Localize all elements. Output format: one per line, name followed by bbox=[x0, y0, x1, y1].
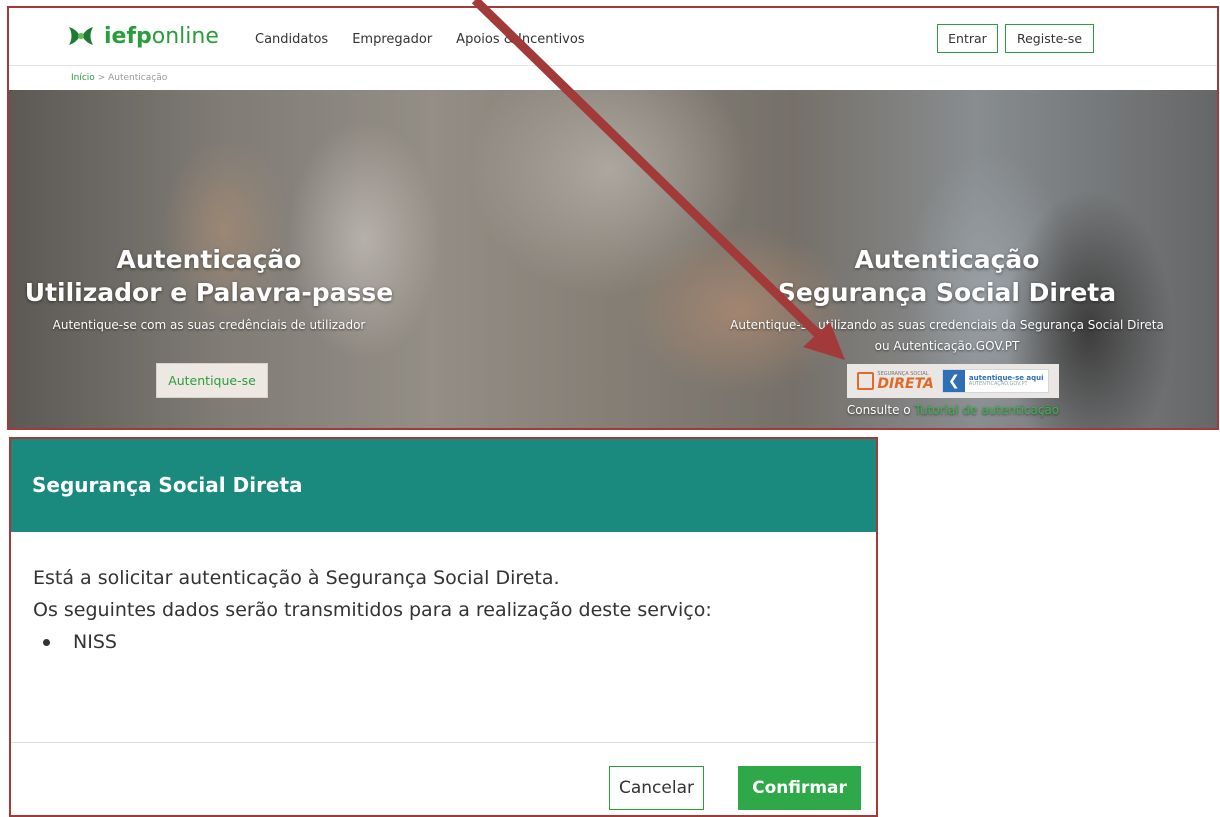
tutorial-prefix: Consulte o bbox=[846, 403, 911, 417]
auth-left-title-1: Autenticação bbox=[116, 245, 302, 274]
hero-banner: Autenticação Utilizador e Palavra-passe … bbox=[9, 90, 1217, 428]
authenticate-button[interactable]: Autentique-se bbox=[156, 363, 268, 398]
ssd-confirmation-dialog: Segurança Social Direta Está a solicitar… bbox=[9, 437, 878, 817]
ssd-logo-text: SEGURANÇA SOCIAL DIRETA bbox=[877, 371, 934, 392]
dialog-body: Está a solicitar autenticação à Seguranç… bbox=[33, 562, 712, 658]
auth-right-title-2: Segurança Social Direta bbox=[777, 278, 1117, 307]
register-button[interactable]: Registe-se bbox=[1005, 24, 1094, 53]
cancel-button[interactable]: Cancelar bbox=[609, 766, 704, 810]
list-item: NISS bbox=[43, 626, 712, 658]
dialog-line-2: Os seguintes dados serão transmitidos pa… bbox=[33, 599, 712, 621]
transmitted-data-list: NISS bbox=[33, 626, 712, 658]
dialog-footer-divider bbox=[11, 742, 876, 743]
auth-right-title-1: Autenticação bbox=[854, 245, 1040, 274]
nav-item-candidatos[interactable]: Candidatos bbox=[255, 32, 328, 47]
auth-right-description: Autentique-se utilizando as suas credenc… bbox=[709, 315, 1185, 357]
tutorial-note: Consulte o Tutorial de autenticação bbox=[831, 403, 1075, 417]
top-navbar: iefponline Candidatos Empregador Apoios … bbox=[9, 8, 1217, 66]
auth-left-title-2: Utilizador e Palavra-passe bbox=[24, 278, 394, 307]
ssd-direta-button[interactable]: SEGURANÇA SOCIAL DIRETA bbox=[857, 371, 934, 392]
gov-logo-icon: ❮ bbox=[942, 370, 965, 392]
login-button[interactable]: Entrar bbox=[937, 24, 998, 53]
iefp-logo-icon bbox=[66, 21, 96, 51]
breadcrumb-separator: > bbox=[97, 73, 106, 83]
tutorial-link[interactable]: Tutorial de autenticação bbox=[914, 403, 1059, 417]
breadcrumb-home[interactable]: Início bbox=[71, 73, 95, 83]
main-nav: Candidatos Empregador Apoios & Incentivo… bbox=[255, 32, 585, 47]
ssd-logo-big: DIRETA bbox=[877, 375, 934, 392]
confirm-button[interactable]: Confirmar bbox=[738, 766, 861, 810]
auth-user-password-panel: Autenticação Utilizador e Palavra-passe … bbox=[9, 243, 409, 336]
nav-item-empregador[interactable]: Empregador bbox=[352, 32, 432, 47]
breadcrumb: Início > Autenticação bbox=[71, 73, 167, 83]
auth-left-description: Autentique-se com as suas credênciais de… bbox=[52, 318, 366, 332]
ssd-logo-icon bbox=[857, 372, 875, 390]
auth-right-description-1: Autentique-se utilizando as suas credenc… bbox=[730, 318, 1164, 332]
dialog-title: Segurança Social Direta bbox=[32, 473, 303, 497]
auth-right-description-2: ou Autenticação.GOV.PT bbox=[874, 339, 1020, 353]
iefp-logo[interactable]: iefponline bbox=[66, 21, 219, 51]
dialog-line-1: Está a solicitar autenticação à Seguranç… bbox=[33, 567, 560, 589]
breadcrumb-current: Autenticação bbox=[108, 73, 168, 83]
autenticacao-gov-button[interactable]: ❮ autentique-se aqui AUTENTICAÇÃO.GOV.PT bbox=[941, 369, 1049, 393]
list-item-label: NISS bbox=[73, 631, 117, 653]
auth-ssd-panel: Autenticação Segurança Social Direta Aut… bbox=[709, 243, 1185, 357]
iefp-website-screenshot: iefponline Candidatos Empregador Apoios … bbox=[7, 6, 1219, 430]
ssd-login-badges: SEGURANÇA SOCIAL DIRETA ❮ autentique-se … bbox=[847, 364, 1059, 398]
nav-item-apoios[interactable]: Apoios & Incentivos bbox=[456, 32, 584, 47]
gov-logo-line2: AUTENTICAÇÃO.GOV.PT bbox=[968, 381, 1028, 387]
logo-text: iefponline bbox=[104, 23, 219, 49]
gov-logo-text: autentique-se aqui AUTENTICAÇÃO.GOV.PT bbox=[965, 375, 1048, 387]
bullet-icon bbox=[43, 639, 50, 646]
dialog-header: Segurança Social Direta bbox=[11, 439, 876, 532]
